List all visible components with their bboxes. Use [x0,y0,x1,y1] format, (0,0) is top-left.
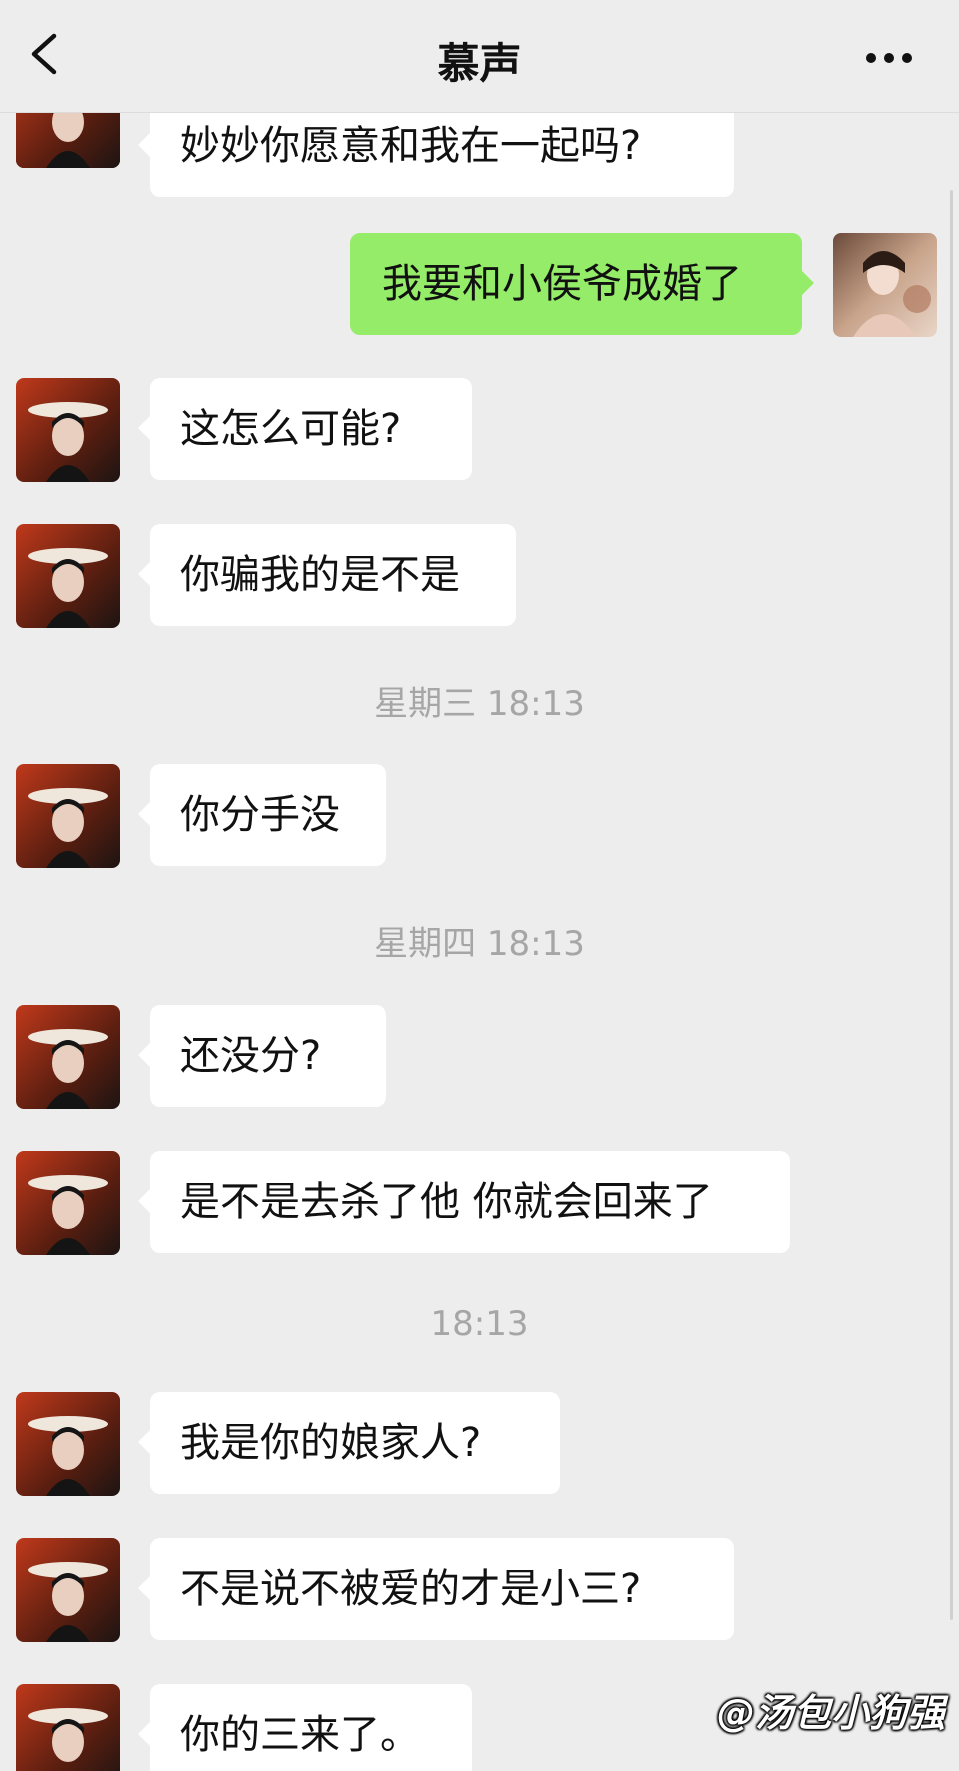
contact-avatar[interactable] [16,1005,120,1109]
contact-avatar[interactable] [16,1684,120,1771]
contact-avatar[interactable] [16,1151,120,1255]
message-bubble-incoming[interactable]: 不是说不被爱的才是小三? [138,1538,734,1640]
message-bubble-incoming[interactable]: 你分手没 [138,764,386,866]
contact-avatar[interactable] [16,1538,120,1642]
message-bubble-outgoing[interactable]: 我要和小侯爷成婚了 [350,233,814,335]
message-bubble-incoming[interactable]: 我是你的娘家人? [138,1392,560,1494]
message-bubble-incoming[interactable]: 你的三来了。 [138,1684,472,1771]
timestamp-divider: 星期四 18:13 [374,924,585,964]
contact-avatar[interactable] [16,524,120,628]
chat-header: 慕声 [0,0,959,113]
chat-title: 慕声 [437,39,522,88]
timestamp-divider: 18:13 [430,1304,529,1344]
message-bubble-incoming[interactable]: 是不是去杀了他 你就会回来了 [138,1151,790,1253]
chat-screen: 妙妙你愿意和我在一起吗? 慕声 我要和小侯爷成婚了 这怎么可能? 你骗我的是不是… [0,0,959,1771]
scroll-indicator[interactable] [950,190,953,1620]
message-bubble-incoming[interactable]: 这怎么可能? [138,378,472,480]
message-bubble-incoming[interactable]: 你骗我的是不是 [138,524,516,626]
user-avatar[interactable] [833,233,937,337]
more-button[interactable] [859,38,919,78]
watermark: @汤包小狗强 [716,1691,945,1735]
more-dots-icon [866,53,912,63]
contact-avatar[interactable] [16,764,120,868]
message-bubble-incoming[interactable]: 还没分? [138,1005,386,1107]
contact-avatar[interactable] [16,1392,120,1496]
timestamp-divider: 星期三 18:13 [374,684,585,724]
contact-avatar[interactable] [16,378,120,482]
